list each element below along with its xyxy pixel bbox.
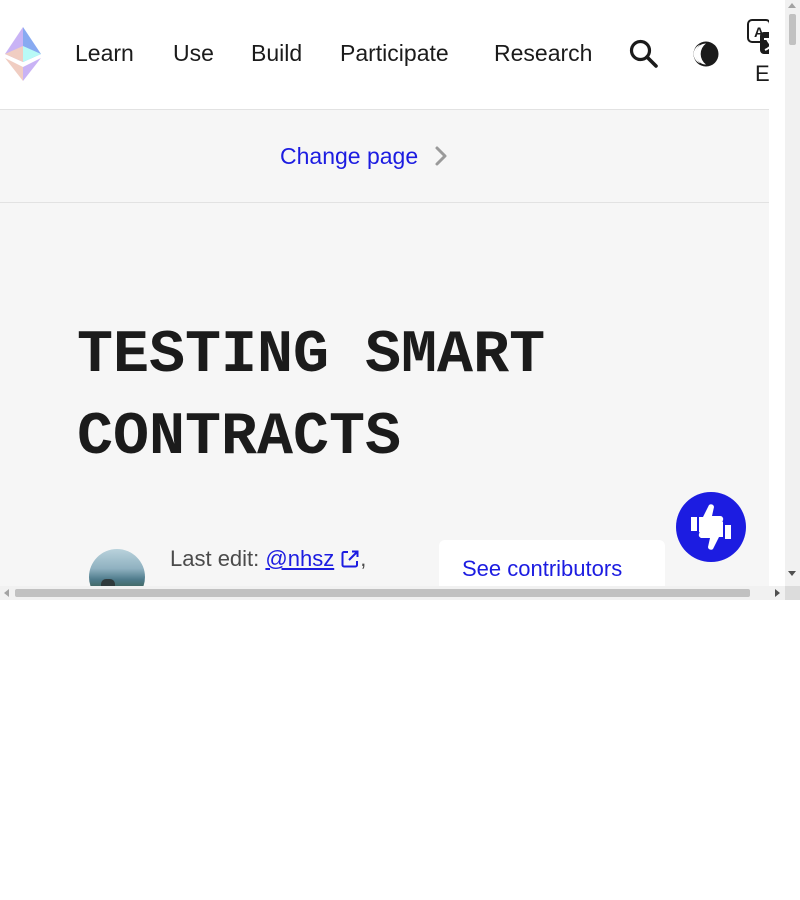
nav-link-use[interactable]: Use xyxy=(173,38,214,68)
vertical-scroll-thumb[interactable] xyxy=(789,14,796,45)
vertical-scrollbar[interactable] xyxy=(785,0,800,586)
theme-toggle-button[interactable] xyxy=(690,38,722,70)
top-navigation: Learn Use Build Participate Research A E xyxy=(0,0,769,110)
last-edit-label: Last edit: xyxy=(170,546,260,571)
search-button[interactable] xyxy=(628,38,660,70)
horizontal-scrollbar[interactable] xyxy=(0,586,785,600)
change-page-button[interactable]: Change page xyxy=(280,140,452,172)
page-title: TESTING SMART CONTRACTS xyxy=(77,322,546,472)
chevron-right-icon xyxy=(435,146,447,166)
see-contributors-button[interactable]: See contributors xyxy=(439,540,665,586)
nav-link-participate[interactable]: Participate xyxy=(340,38,449,68)
translate-icon: A xyxy=(747,19,769,54)
editor-avatar[interactable] xyxy=(89,549,145,586)
change-page-label: Change page xyxy=(280,143,419,169)
search-icon xyxy=(629,39,658,68)
scroll-right-arrow[interactable] xyxy=(775,589,780,597)
nav-link-learn[interactable]: Learn xyxy=(75,38,134,68)
browser-viewport: Learn Use Build Participate Research A E… xyxy=(0,0,800,600)
editor-link[interactable]: @nhsz xyxy=(265,546,334,571)
nav-link-research[interactable]: Research xyxy=(494,38,592,68)
see-contributors-label: See contributors xyxy=(462,556,623,581)
scroll-down-arrow[interactable] xyxy=(788,571,796,576)
scrollbar-corner xyxy=(785,586,800,600)
ethereum-logo-icon[interactable] xyxy=(5,27,41,81)
scroll-up-arrow[interactable] xyxy=(788,3,796,8)
last-edit-info: Last edit: @nhsz , xyxy=(170,544,366,574)
feedback-button[interactable] xyxy=(676,492,746,562)
avatar-figure xyxy=(101,579,115,586)
horizontal-scroll-thumb[interactable] xyxy=(15,589,750,597)
change-page-bar: Change page xyxy=(0,110,769,203)
external-link-icon xyxy=(341,550,359,568)
editor-handle: @nhsz xyxy=(265,546,335,571)
page: Learn Use Build Participate Research A E… xyxy=(0,0,769,586)
nav-link-build[interactable]: Build xyxy=(251,38,302,68)
language-label: EN xyxy=(755,61,769,86)
article-hero: TESTING SMART CONTRACTS Last edit: @nhsz… xyxy=(0,203,769,586)
thumbs-up-down-icon xyxy=(691,504,731,550)
language-button[interactable]: A EN xyxy=(745,19,769,89)
dark-mode-icon xyxy=(693,41,719,67)
scroll-left-arrow[interactable] xyxy=(4,589,9,597)
last-edit-separator: , xyxy=(360,546,367,571)
